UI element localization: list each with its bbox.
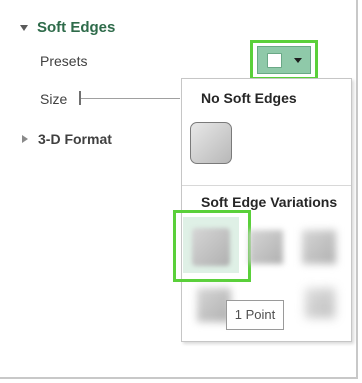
chevron-down-icon <box>20 24 28 31</box>
soft-edge-50pt-option[interactable] <box>305 288 335 318</box>
soft-edges-section-header[interactable]: Soft Edges <box>20 19 115 36</box>
preset-preview-icon <box>267 52 282 68</box>
soft-edge-1pt-option[interactable] <box>192 228 230 266</box>
soft-edge-variations-heading: Soft Edge Variations <box>201 194 338 210</box>
presets-label: Presets <box>40 53 88 69</box>
no-soft-edges-option[interactable] <box>190 122 232 164</box>
soft-edge-5pt-option[interactable] <box>302 230 336 264</box>
three-d-format-section-header[interactable]: 3-D Format <box>22 131 112 147</box>
tooltip: 1 Point <box>226 300 284 330</box>
size-label: Size <box>40 91 68 107</box>
size-slider-thumb[interactable] <box>79 91 81 105</box>
three-d-format-title: 3-D Format <box>38 131 112 147</box>
presets-dropdown-button[interactable] <box>257 46 311 74</box>
size-slider-track[interactable] <box>80 98 180 99</box>
caret-down-icon <box>294 57 302 63</box>
chevron-right-icon <box>22 135 28 143</box>
dropdown-divider <box>182 185 351 186</box>
soft-edges-title: Soft Edges <box>37 19 116 36</box>
no-soft-edges-heading: No Soft Edges <box>201 90 297 106</box>
soft-edge-2-5pt-option[interactable] <box>249 230 283 264</box>
